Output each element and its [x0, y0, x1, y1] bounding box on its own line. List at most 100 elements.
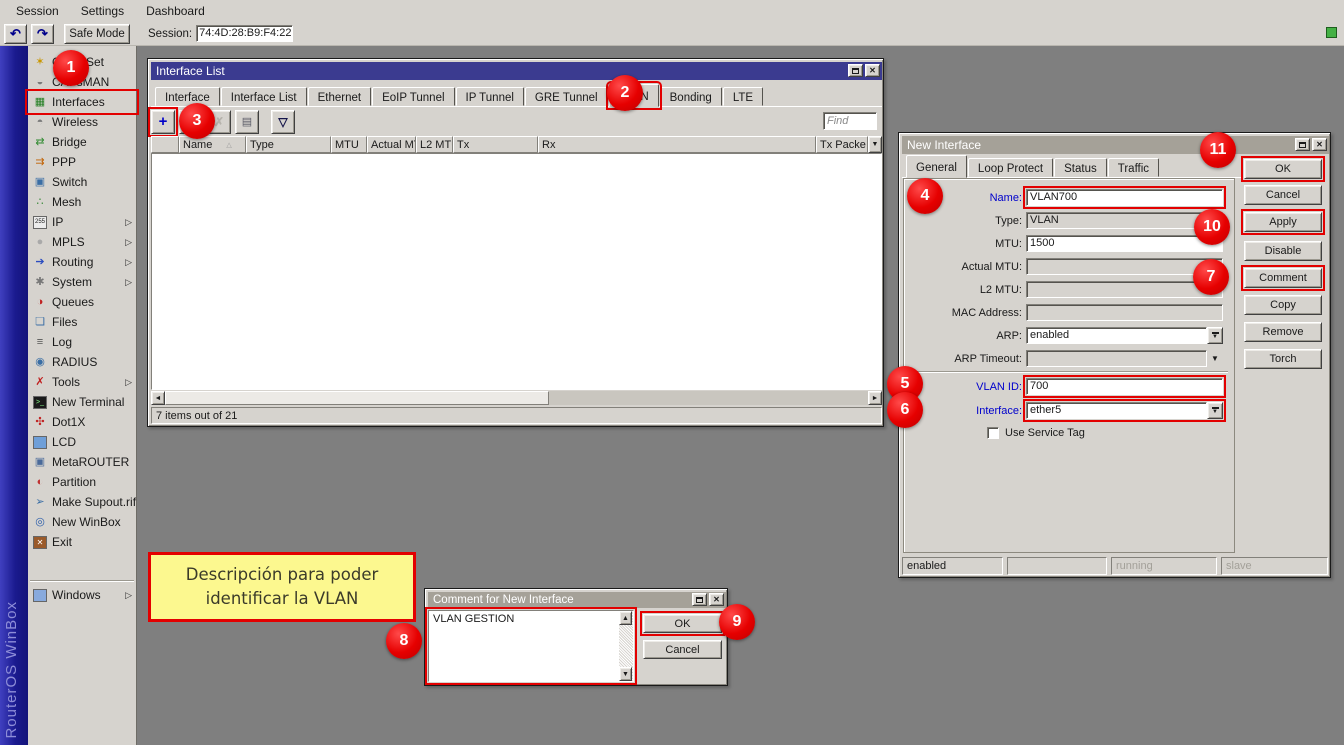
undo-button[interactable]: ↶ — [4, 24, 27, 44]
column-header-l2-mtu[interactable]: L2 MTU — [416, 136, 453, 153]
sidebar-item-system[interactable]: ✱System▷ — [28, 272, 136, 292]
input-mtu[interactable]: 1500 — [1026, 235, 1223, 252]
sidebar-item-new-winbox[interactable]: ◎New WinBox — [28, 512, 136, 532]
sidebar-item-routing[interactable]: ➔Routing▷ — [28, 252, 136, 272]
input-interface[interactable]: ether5 — [1026, 402, 1207, 419]
torch-button[interactable]: Torch — [1244, 349, 1322, 369]
find-input[interactable] — [823, 112, 877, 130]
sidebar-item-exit[interactable]: ✕Exit — [28, 532, 136, 552]
comment-dialog: Comment for New Interface ✕ VLAN GESTION… — [424, 588, 728, 686]
sidebar-item-mesh[interactable]: ∴Mesh — [28, 192, 136, 212]
menu-settings[interactable]: Settings — [71, 1, 134, 21]
comment-textarea[interactable]: VLAN GESTION ▲ ▼ — [428, 610, 634, 682]
column-header-tx-packe[interactable]: Tx Packe — [816, 136, 868, 153]
sidebar-item-ppp[interactable]: ⇉PPP — [28, 152, 136, 172]
sidebar-item-log[interactable]: ≡Log — [28, 332, 136, 352]
step-marker-1: 1 — [53, 50, 89, 86]
comment-button[interactable]: ▤ — [235, 110, 259, 134]
tab-interface-list[interactable]: Interface List — [221, 87, 307, 106]
input-arp[interactable]: enabled — [1026, 327, 1207, 344]
tab-eoip-tunnel[interactable]: EoIP Tunnel — [372, 87, 454, 106]
sidebar-item-queues[interactable]: ◑Queues — [28, 292, 136, 312]
vertical-scrollbar[interactable]: ▲ ▼ — [619, 611, 633, 681]
ok-button[interactable]: OK — [1244, 159, 1322, 179]
tab-general[interactable]: General — [906, 155, 967, 178]
scroll-left-icon[interactable]: ◄ — [151, 391, 165, 405]
scroll-up-icon[interactable]: ▲ — [619, 611, 632, 625]
comment-icon: ▤ — [242, 115, 252, 128]
new-interface-titlebar[interactable]: New Interface ✕ — [902, 136, 1329, 154]
tab-traffic[interactable]: Traffic — [1108, 158, 1159, 177]
comment-button[interactable]: Comment — [1244, 268, 1322, 288]
sidebar-item-windows[interactable]: Windows▷ — [28, 585, 136, 605]
dropdown-button-icon[interactable]: ▼ — [1207, 327, 1223, 344]
scrollbar-thumb[interactable] — [165, 391, 549, 405]
column-header-tx[interactable]: Tx — [453, 136, 538, 153]
dropdown-button-icon[interactable]: ▼ — [1207, 402, 1223, 419]
step-marker-7: 7 — [1193, 259, 1229, 295]
column-header-actual-mtu[interactable]: Actual MTU — [367, 136, 416, 153]
sidebar-item-dot1x[interactable]: ✣Dot1X — [28, 412, 136, 432]
session-input[interactable]: 74:4D:28:B9:F4:22 — [196, 25, 293, 42]
copy-button[interactable]: Copy — [1244, 295, 1322, 315]
tab-interface[interactable]: Interface — [155, 87, 220, 106]
cancel-button[interactable]: Cancel — [1244, 185, 1322, 205]
tab-loop-protect[interactable]: Loop Protect — [968, 158, 1053, 177]
sidebar-item-tools[interactable]: ✗Tools▷ — [28, 372, 136, 392]
comment-cancel-button[interactable]: Cancel — [643, 640, 722, 659]
maximize-icon[interactable] — [692, 593, 707, 606]
sidebar-item-new-terminal[interactable]: >_New Terminal — [28, 392, 136, 412]
tab-status[interactable]: Status — [1054, 158, 1107, 177]
menu-dashboard[interactable]: Dashboard — [136, 1, 215, 21]
close-icon[interactable]: ✕ — [709, 593, 724, 606]
sidebar-item-radius[interactable]: ◉RADIUS — [28, 352, 136, 372]
maximize-icon[interactable] — [848, 64, 863, 77]
comment-ok-button[interactable]: OK — [643, 614, 722, 633]
maximize-icon[interactable] — [1295, 138, 1310, 151]
remove-button[interactable]: Remove — [1244, 322, 1322, 342]
interface-list-titlebar[interactable]: Interface List ✕ — [151, 62, 882, 80]
column-header-name[interactable]: Name△ — [179, 136, 246, 153]
comment-dialog-titlebar[interactable]: Comment for New Interface ✕ — [428, 592, 726, 608]
sidebar-item-metarouter[interactable]: ▣MetaROUTER — [28, 452, 136, 472]
table-body[interactable] — [151, 153, 882, 390]
scroll-right-icon[interactable]: ► — [868, 391, 882, 405]
sidebar-item-mpls[interactable]: ●MPLS▷ — [28, 232, 136, 252]
sidebar-item-bridge[interactable]: ⇄Bridge — [28, 132, 136, 152]
wand-icon: ✶ — [33, 56, 47, 69]
sidebar-item-interfaces[interactable]: ▦Interfaces — [28, 92, 136, 112]
column-header-mtu[interactable]: MTU — [331, 136, 367, 153]
add-button[interactable]: + — [151, 110, 175, 134]
column-select-icon[interactable]: ▼ — [868, 136, 882, 153]
close-icon[interactable]: ✕ — [1312, 138, 1327, 151]
column-header-type[interactable]: Type — [246, 136, 331, 153]
sidebar-item-lcd[interactable]: LCD — [28, 432, 136, 452]
disable-button[interactable]: Disable — [1244, 241, 1322, 261]
close-icon[interactable]: ✕ — [865, 64, 880, 77]
input-name[interactable]: VLAN700 — [1026, 189, 1223, 206]
sidebar-item-wireless[interactable]: ◓Wireless — [28, 112, 136, 132]
sidebar-item-make-supout-rif[interactable]: ➢Make Supout.rif — [28, 492, 136, 512]
tab-lte[interactable]: LTE — [723, 87, 763, 106]
tab-ethernet[interactable]: Ethernet — [308, 87, 371, 106]
tab-gre-tunnel[interactable]: GRE Tunnel — [525, 87, 608, 106]
tools-icon: ✗ — [33, 376, 47, 389]
menu-session[interactable]: Session — [6, 1, 69, 21]
redo-button[interactable]: ↷ — [31, 24, 54, 44]
tab-ip-tunnel[interactable]: IP Tunnel — [456, 87, 524, 106]
sidebar-separator — [30, 580, 134, 582]
sidebar-item-ip[interactable]: 255IP▷ — [28, 212, 136, 232]
filter-button[interactable]: ▽ — [271, 110, 295, 134]
horizontal-scrollbar[interactable]: ◄ ► — [151, 391, 882, 405]
scroll-down-icon[interactable]: ▼ — [619, 667, 632, 681]
use-service-tag-checkbox[interactable] — [987, 427, 999, 439]
sidebar-item-files[interactable]: ❏Files — [28, 312, 136, 332]
tab-bonding[interactable]: Bonding — [660, 87, 722, 106]
sidebar-item-partition[interactable]: ◐Partition — [28, 472, 136, 492]
input-vlan-id[interactable]: 700 — [1026, 378, 1223, 395]
safe-mode-button[interactable]: Safe Mode — [64, 24, 130, 44]
column-header-rx[interactable]: Rx — [538, 136, 816, 153]
field-row-mtu: MTU:1500 — [904, 235, 1234, 252]
sidebar-item-switch[interactable]: ▣Switch — [28, 172, 136, 192]
apply-button[interactable]: Apply — [1244, 212, 1322, 232]
